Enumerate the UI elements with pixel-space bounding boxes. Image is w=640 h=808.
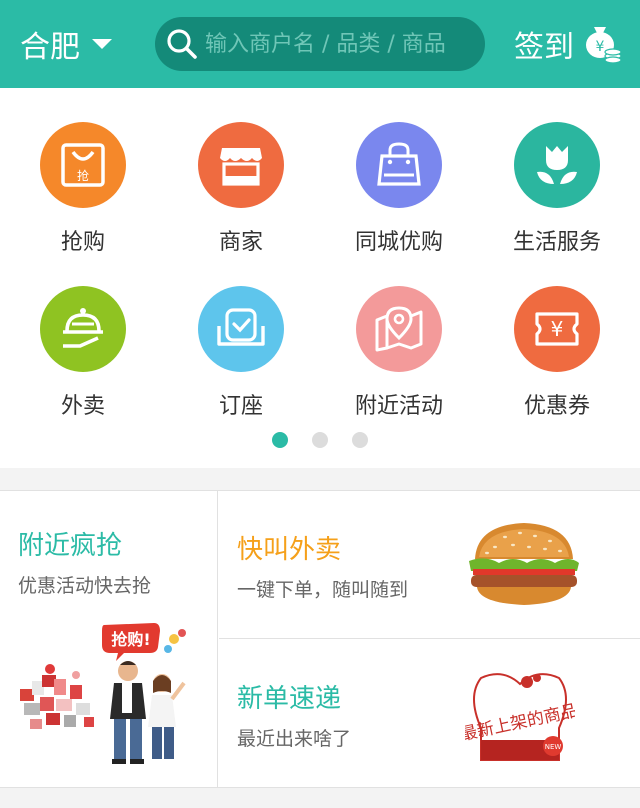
search-bar[interactable]: [155, 17, 485, 71]
promo-title: 快叫外卖: [237, 535, 342, 565]
page-dot[interactable]: [352, 432, 368, 448]
category-takeout[interactable]: 外卖: [3, 286, 163, 436]
category-reservation[interactable]: 订座: [161, 286, 321, 436]
category-nearby-events[interactable]: 附近活动: [319, 286, 479, 436]
caret-down-icon: [92, 39, 112, 49]
page-dot[interactable]: [272, 432, 288, 448]
category-life-services[interactable]: 生活服务: [477, 122, 637, 272]
promo-new-arrivals-card[interactable]: 新单速递 最近出来啥了 最新上架的商品 NEW: [219, 640, 640, 787]
category-icon-circle: [198, 122, 284, 208]
app-root: 合肥 签到 ¥: [0, 0, 640, 808]
bag-badge-text: 抢: [77, 168, 89, 183]
seat-icon: [217, 308, 265, 346]
search-icon: [167, 29, 197, 59]
category-label: 商家: [218, 230, 263, 255]
shopping-people-illustration: 抢购!: [20, 623, 186, 764]
top-bar: 合肥 签到 ¥: [0, 0, 640, 88]
promo-subtitle: 优惠活动快去抢: [18, 575, 152, 597]
city-label: 合肥: [20, 30, 80, 65]
category-label: 订座: [218, 394, 263, 419]
category-icon-circle: [356, 286, 442, 372]
promo-section: 附近疯抢 优惠活动快去抢 抢购! 快叫外卖 一键下单，随叫随到 新单速递 最近出…: [0, 490, 640, 788]
category-icon-circle: ¥: [514, 286, 600, 372]
category-label: 附近活动: [354, 394, 443, 419]
tulip-icon: [537, 146, 577, 184]
category-icon-circle: 抢: [40, 122, 126, 208]
category-merchants[interactable]: 商家: [161, 122, 321, 272]
category-label: 生活服务: [512, 230, 601, 255]
promo-subtitle: 最近出来啥了: [237, 728, 352, 750]
category-flash-sale[interactable]: 抢 抢购: [3, 122, 163, 272]
signin-label: 签到: [514, 30, 574, 65]
category-local-shopping[interactable]: 同城优购: [319, 122, 479, 272]
burger-image: [469, 523, 579, 605]
coupon-icon: ¥: [535, 312, 579, 346]
promo-subtitle: 一键下单，随叫随到: [237, 579, 409, 601]
category-label: 外卖: [60, 394, 105, 419]
category-label: 同城优购: [354, 230, 443, 255]
promo-title: 新单速递: [237, 684, 342, 714]
signin-button[interactable]: 签到 ¥: [514, 22, 622, 66]
bag-icon: 抢: [61, 143, 105, 187]
shopping-bag-icon: [377, 142, 421, 186]
money-bag-icon: ¥: [586, 27, 622, 64]
coupon-badge-text: ¥: [551, 317, 564, 341]
promo-badge-text: 抢购!: [111, 630, 150, 649]
new-badge-text: NEW: [545, 743, 562, 751]
category-icon-circle: [356, 122, 442, 208]
svg-text:¥: ¥: [596, 39, 605, 55]
city-selector[interactable]: 合肥: [20, 24, 112, 65]
search-input[interactable]: [205, 31, 485, 57]
storefront-icon: [220, 148, 262, 186]
category-grid: 抢 抢购 商家 同城优购 生活服务 外卖 订座 附近活动 ¥ 优惠券: [0, 88, 640, 468]
map-pin-icon: [375, 306, 423, 352]
page-dot[interactable]: [312, 432, 328, 448]
new-arrivals-image: 最新上架的商品 NEW: [465, 673, 575, 761]
promo-title: 附近疯抢: [18, 531, 123, 561]
category-icon-circle: [514, 122, 600, 208]
category-label: 优惠券: [523, 394, 590, 419]
category-icon-circle: [198, 286, 284, 372]
category-icon-circle: [40, 286, 126, 372]
category-coupons[interactable]: ¥ 优惠券: [477, 286, 637, 436]
food-cloche-icon: [63, 308, 103, 348]
promo-takeout-card[interactable]: 快叫外卖 一键下单，随叫随到: [219, 491, 640, 639]
page-indicator: [0, 432, 640, 448]
promo-nearby-deals[interactable]: 附近疯抢 优惠活动快去抢 抢购!: [0, 491, 218, 787]
category-label: 抢购: [60, 230, 105, 255]
